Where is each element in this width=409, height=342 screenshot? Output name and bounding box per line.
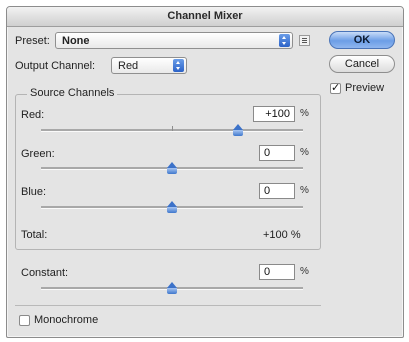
- constant-percent: %: [300, 266, 309, 277]
- red-label: Red:: [21, 109, 45, 121]
- total-value: +100 %: [263, 229, 301, 241]
- red-value-input[interactable]: +100: [253, 106, 295, 122]
- ok-button[interactable]: OK: [329, 31, 395, 49]
- blue-percent: %: [300, 185, 309, 196]
- constant-value-input[interactable]: 0: [259, 264, 295, 280]
- red-percent: %: [300, 108, 309, 119]
- window-title: Channel Mixer: [7, 7, 403, 27]
- source-channels-title: Source Channels: [27, 87, 118, 99]
- options-menu-icon[interactable]: [299, 35, 310, 46]
- preview-label: Preview: [345, 82, 385, 94]
- preset-value: None: [62, 35, 90, 47]
- cancel-button[interactable]: Cancel: [329, 55, 395, 73]
- preset-dropdown[interactable]: None: [55, 32, 293, 49]
- preset-label: Preset:: [15, 35, 50, 47]
- blue-label: Blue:: [21, 186, 47, 198]
- channel-mixer-dialog: Channel Mixer Preset: None Output Channe…: [6, 6, 404, 338]
- output-channel-dropdown[interactable]: Red: [111, 57, 187, 74]
- dropdown-arrows-icon: [279, 34, 290, 47]
- divider: [15, 305, 321, 306]
- green-percent: %: [300, 147, 309, 158]
- total-label: Total:: [21, 229, 48, 241]
- blue-value-input[interactable]: 0: [259, 183, 295, 199]
- green-value-input[interactable]: 0: [259, 145, 295, 161]
- monochrome-checkbox[interactable]: [19, 315, 30, 326]
- constant-label: Constant:: [21, 267, 69, 279]
- preview-checkbox[interactable]: [330, 81, 341, 94]
- red-slider-center-tick: [172, 126, 173, 131]
- dropdown-arrows-icon: [173, 59, 184, 72]
- output-channel-label: Output Channel:: [15, 60, 96, 72]
- green-label: Green:: [21, 148, 55, 160]
- monochrome-label: Monochrome: [34, 314, 99, 326]
- output-channel-value: Red: [118, 60, 139, 72]
